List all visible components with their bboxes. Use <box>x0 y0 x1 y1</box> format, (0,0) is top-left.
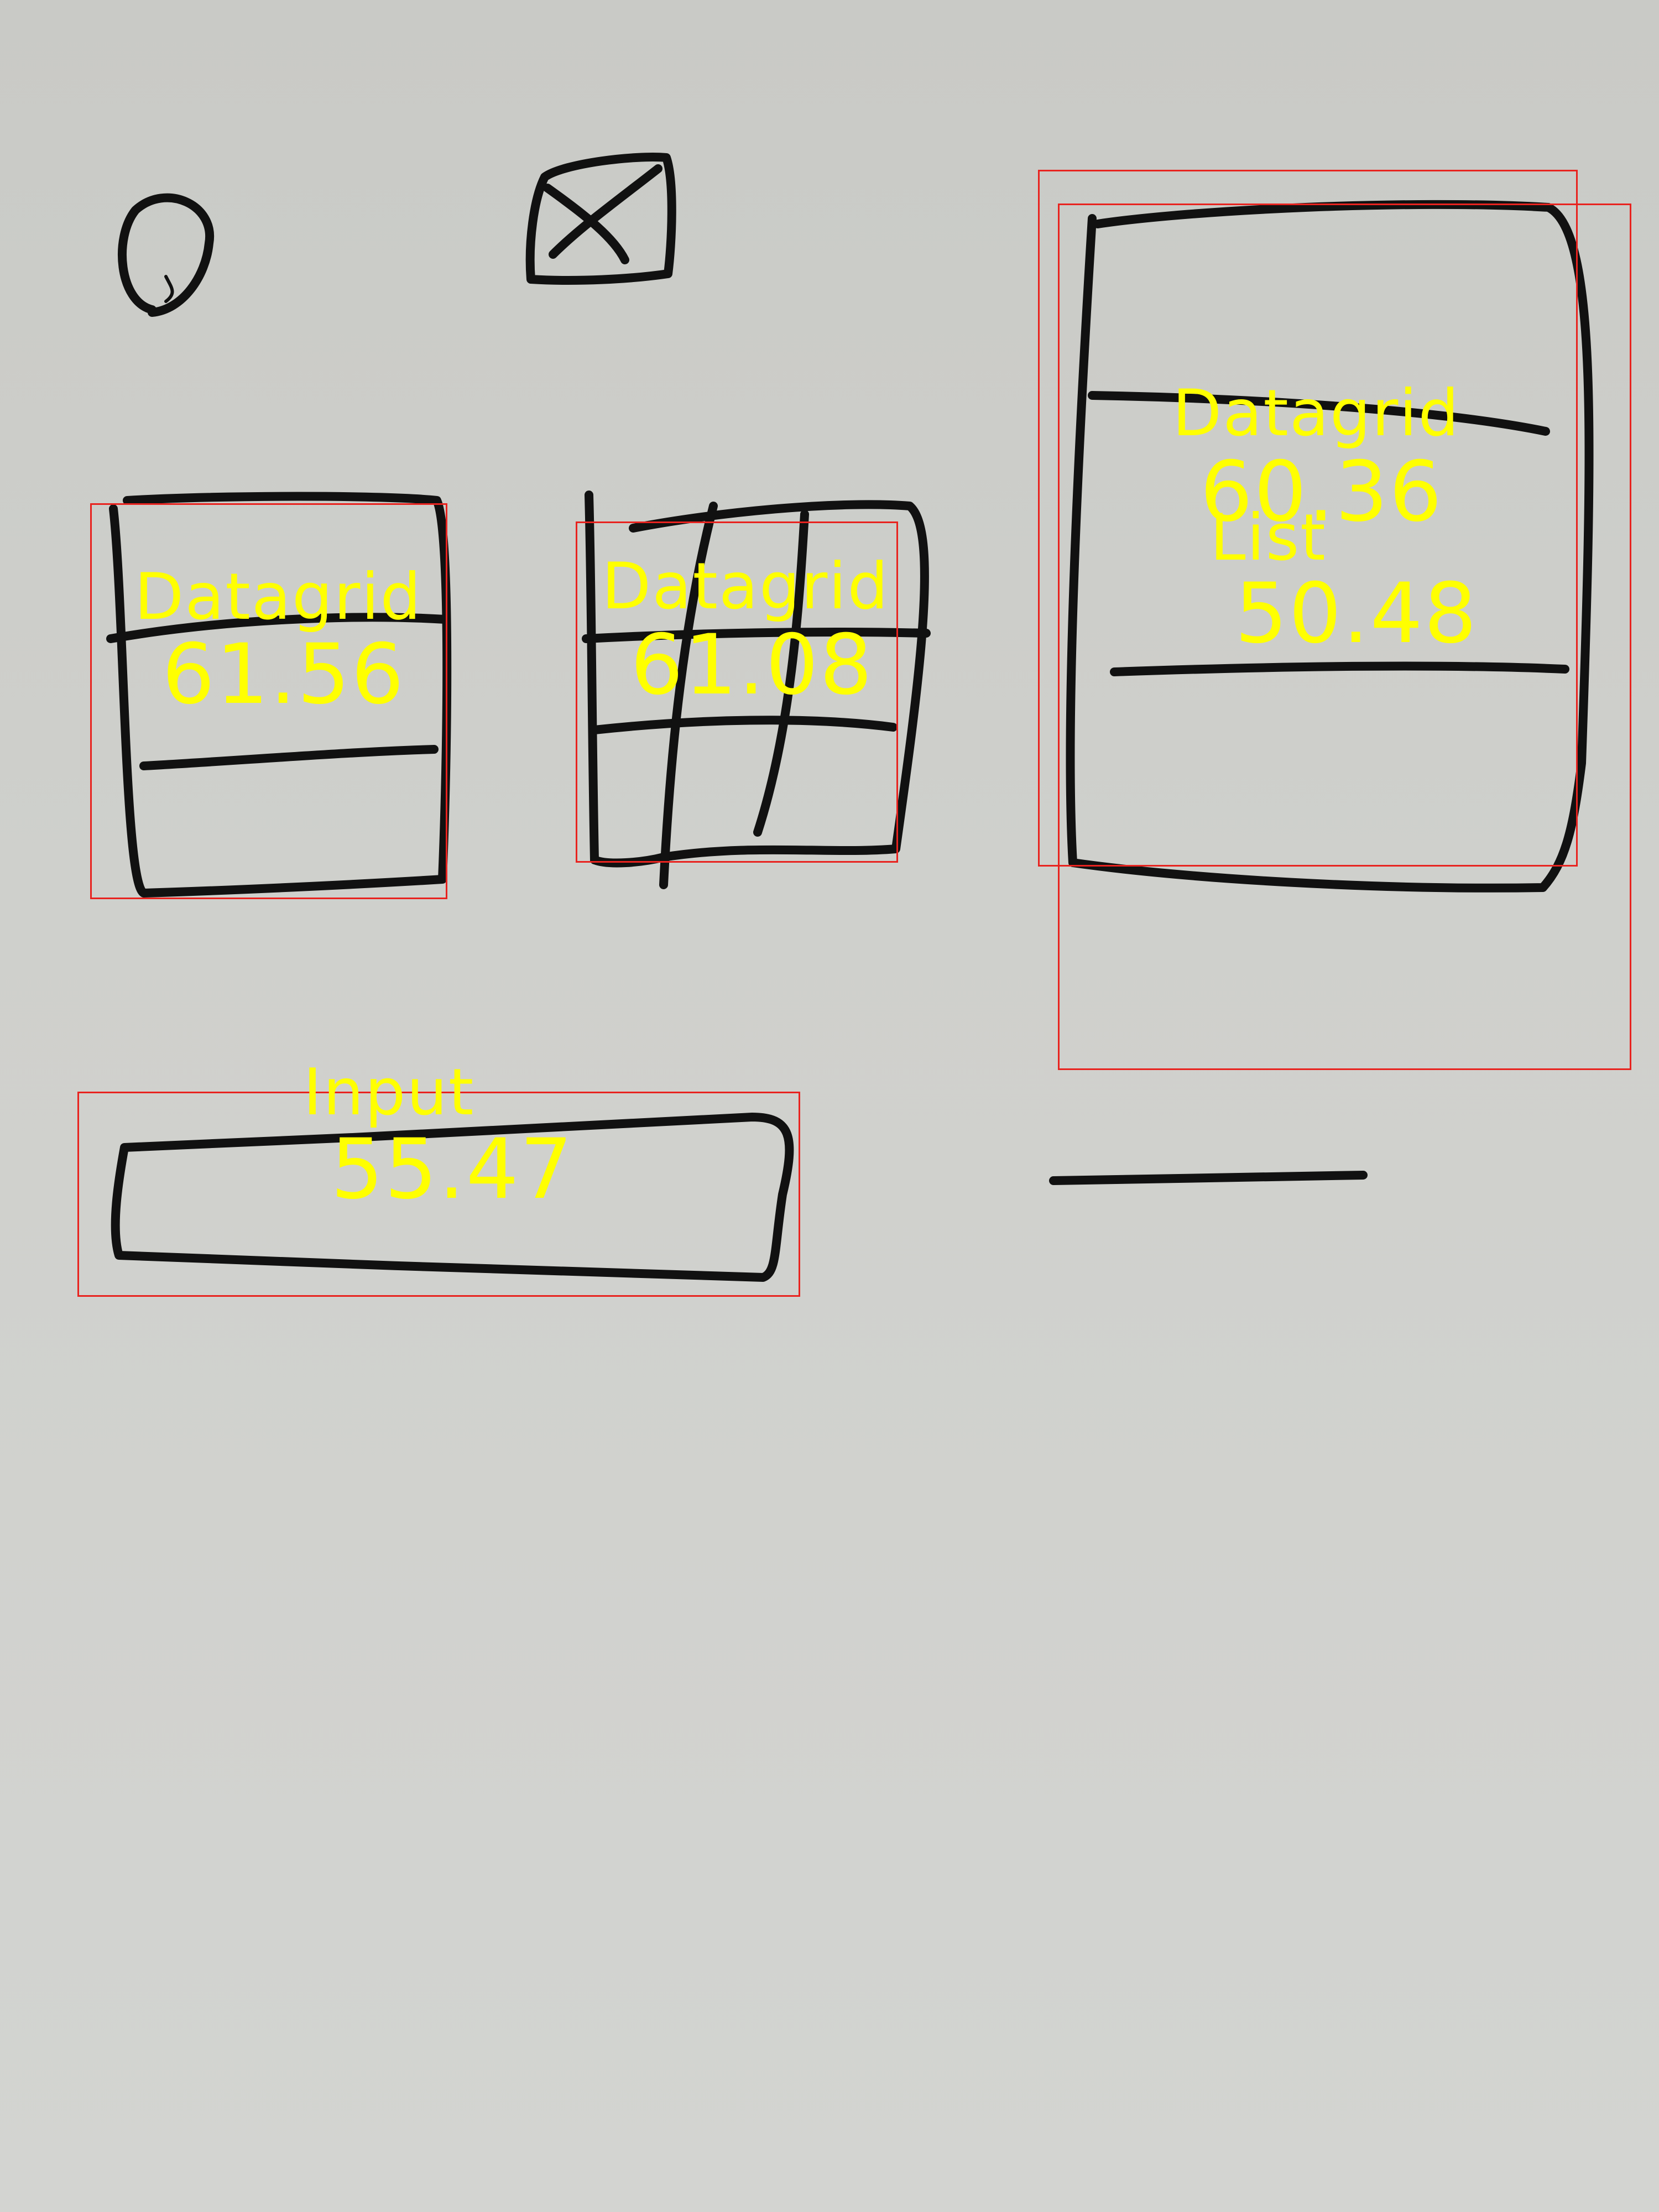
checkbox-sketch <box>525 153 676 285</box>
detection-label-list: List <box>1210 500 1327 575</box>
detection-label-datagrid-1: Datagrid <box>134 560 422 634</box>
divider-sketch <box>1049 1171 1368 1185</box>
detection-score-datagrid-2: 61.08 <box>630 617 874 713</box>
whiteboard-photo: Datagrid 61.56 Datagrid 61.08 Datagrid 6… <box>0 0 1659 2212</box>
detection-score-datagrid-1: 61.56 <box>162 627 405 723</box>
detection-label-datagrid-2: Datagrid <box>602 549 890 624</box>
image-placeholder-sketch <box>118 193 215 317</box>
detection-score-input: 55.47 <box>331 1121 574 1218</box>
detection-score-list: 50.48 <box>1235 566 1478 662</box>
detection-label-datagrid-3: Datagrid <box>1172 376 1460 451</box>
detection-label-input: Input <box>303 1055 475 1130</box>
